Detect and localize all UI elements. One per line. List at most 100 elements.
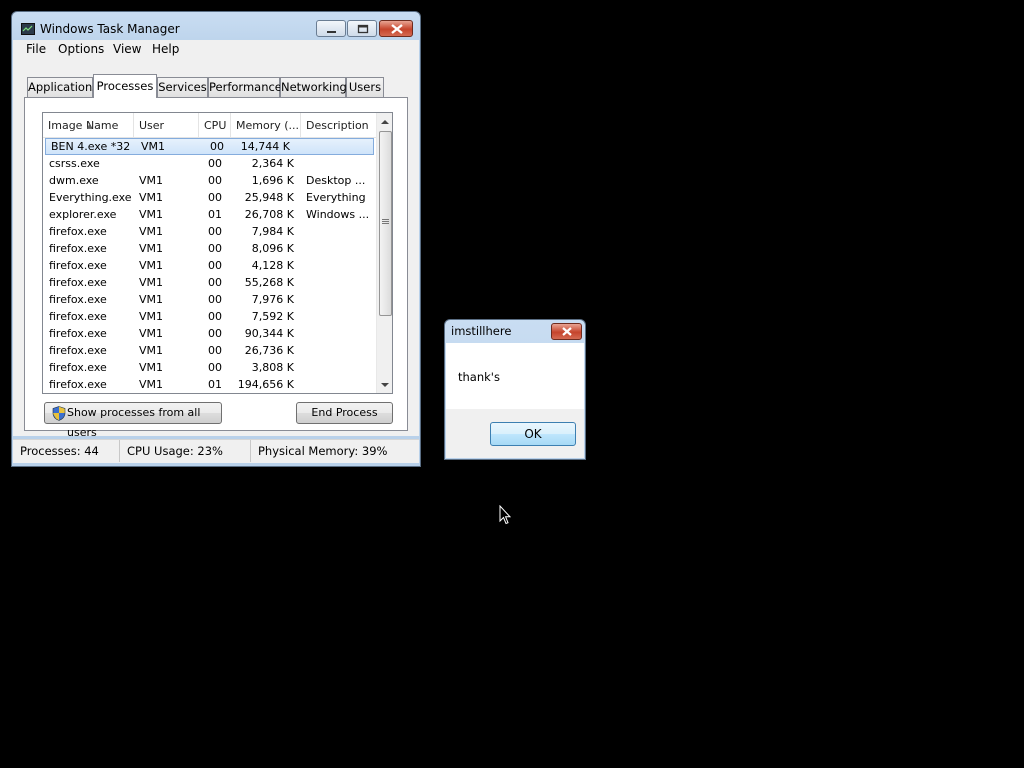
scrollbar-thumb[interactable] [379, 131, 392, 316]
ok-button[interactable]: OK [490, 422, 576, 446]
tab-services[interactable]: Services [157, 77, 208, 97]
table-row[interactable]: firefox.exe VM1 00 3,808 K [43, 359, 376, 376]
tab-applications[interactable]: Applications [27, 77, 98, 97]
cell-cpu: 00 [208, 293, 222, 306]
cell-user-name: VM1 [139, 242, 164, 255]
close-button[interactable] [379, 20, 413, 37]
cell-cpu: 00 [208, 191, 222, 204]
cell-memory: 2,364 K [251, 157, 294, 170]
show-all-processes-button[interactable]: Show processes from all users [44, 402, 222, 439]
cell-user-name: VM1 [139, 293, 164, 306]
table-row[interactable]: firefox.exe VM1 00 90,344 K [43, 325, 376, 342]
minimize-button[interactable] [316, 20, 346, 37]
tab-networking[interactable]: Networking [280, 77, 347, 97]
table-row[interactable]: firefox.exe VM1 01 194,656 K [43, 376, 376, 393]
cell-user-name: VM1 [139, 276, 164, 289]
message-box-window[interactable]: imstillhere thank's OK [444, 319, 586, 460]
scroll-down-icon[interactable] [381, 382, 389, 388]
cell-image-name: BEN 4.exe *32 [51, 140, 131, 153]
cell-cpu: 00 [210, 140, 224, 153]
cell-cpu: 00 [208, 174, 222, 187]
cell-image-name: firefox.exe [49, 361, 107, 374]
table-row[interactable]: firefox.exe VM1 00 7,976 K [43, 291, 376, 308]
cell-user-name: VM1 [139, 208, 164, 221]
table-row[interactable]: firefox.exe VM1 00 7,984 K [43, 223, 376, 240]
cell-image-name: firefox.exe [49, 259, 107, 272]
show-all-processes-label: Show processes from all users [67, 406, 201, 439]
menu-file[interactable]: File [26, 42, 46, 56]
column-label: Image Name [48, 119, 119, 132]
close-icon [562, 327, 572, 336]
grip-icon [382, 219, 389, 224]
cell-user-name: VM1 [139, 344, 164, 357]
column-user-name[interactable]: User Name [134, 113, 199, 158]
table-row[interactable]: dwm.exe VM1 00 1,696 K Desktop ... [43, 172, 376, 189]
cell-user-name: VM1 [139, 310, 164, 323]
table-row[interactable]: firefox.exe VM1 00 4,128 K [43, 257, 376, 274]
vertical-scrollbar[interactable] [376, 113, 392, 393]
maximize-button[interactable] [347, 20, 377, 37]
cell-cpu: 00 [208, 242, 222, 255]
tab-performance[interactable]: Performance [208, 77, 282, 97]
table-row[interactable]: firefox.exe VM1 00 7,592 K [43, 308, 376, 325]
cell-memory: 7,976 K [251, 293, 294, 306]
status-physical-memory: Physical Memory: 39% [258, 444, 388, 458]
table-row[interactable]: BEN 4.exe *32 VM1 00 14,744 K [45, 138, 374, 155]
cell-user-name: VM1 [139, 361, 164, 374]
sort-ascending-icon: ▲ [87, 122, 93, 130]
message-box-close-button[interactable] [551, 323, 582, 340]
cell-image-name: firefox.exe [49, 276, 107, 289]
column-image-name[interactable]: ▲ Image Name [43, 113, 134, 137]
column-cpu[interactable]: CPU [199, 113, 231, 137]
cell-user-name: VM1 [139, 259, 164, 272]
processes-panel: ▲ Image Name User Name CPU Memory (... D… [24, 97, 408, 439]
tab-users[interactable]: Users [346, 77, 384, 97]
end-process-button[interactable]: End Process [296, 402, 393, 424]
mouse-cursor-icon [499, 505, 511, 525]
process-list[interactable]: ▲ Image Name User Name CPU Memory (... D… [42, 112, 393, 394]
cell-memory: 14,744 K [240, 140, 290, 153]
cell-image-name: dwm.exe [49, 174, 99, 187]
cell-description: Desktop ... [306, 174, 366, 187]
table-row[interactable]: Everything.exe VM1 00 25,948 K Everything [43, 189, 376, 206]
shield-icon [52, 406, 66, 421]
cell-cpu: 01 [208, 378, 222, 391]
column-memory[interactable]: Memory (... [231, 113, 301, 137]
cell-image-name: firefox.exe [49, 344, 107, 357]
message-text: thank's [458, 370, 500, 384]
table-row[interactable]: firefox.exe VM1 00 26,736 K [43, 342, 376, 359]
cell-image-name: Everything.exe [49, 191, 132, 204]
cell-memory: 26,708 K [244, 208, 294, 221]
cell-memory: 3,808 K [251, 361, 294, 374]
window-title: Windows Task Manager [40, 22, 180, 36]
table-row[interactable]: firefox.exe VM1 00 55,268 K [43, 274, 376, 291]
cell-cpu: 01 [208, 208, 222, 221]
scroll-up-icon[interactable] [381, 119, 389, 125]
cell-description: Windows ... [306, 208, 370, 221]
cell-memory: 55,268 K [244, 276, 294, 289]
cell-image-name: firefox.exe [49, 293, 107, 306]
cell-cpu: 00 [208, 157, 222, 170]
status-bar: Processes: 44 CPU Usage: 23% Physical Me… [13, 439, 419, 463]
menu-help[interactable]: Help [152, 42, 179, 56]
cell-image-name: firefox.exe [49, 225, 107, 238]
cell-memory: 1,696 K [251, 174, 294, 187]
menu-view[interactable]: View [113, 42, 141, 56]
cell-image-name: firefox.exe [49, 242, 107, 255]
cell-cpu: 00 [208, 259, 222, 272]
cell-memory: 7,984 K [251, 225, 294, 238]
cell-memory: 8,096 K [251, 242, 294, 255]
message-box-title: imstillhere [451, 324, 512, 338]
cell-cpu: 00 [208, 310, 222, 323]
tab-processes[interactable]: Processes [93, 74, 157, 98]
cell-cpu: 00 [208, 276, 222, 289]
maximize-icon [357, 24, 369, 34]
close-icon [391, 24, 403, 34]
table-row[interactable]: firefox.exe VM1 00 8,096 K [43, 240, 376, 257]
table-row[interactable]: csrss.exe 00 2,364 K [43, 155, 376, 172]
column-description[interactable]: Description [301, 113, 376, 137]
table-row[interactable]: explorer.exe VM1 01 26,708 K Windows ... [43, 206, 376, 223]
status-cpu-usage: CPU Usage: 23% [120, 440, 251, 462]
task-manager-window[interactable]: Windows Task Manager File Options View H… [11, 11, 421, 467]
menu-options[interactable]: Options [58, 42, 104, 56]
